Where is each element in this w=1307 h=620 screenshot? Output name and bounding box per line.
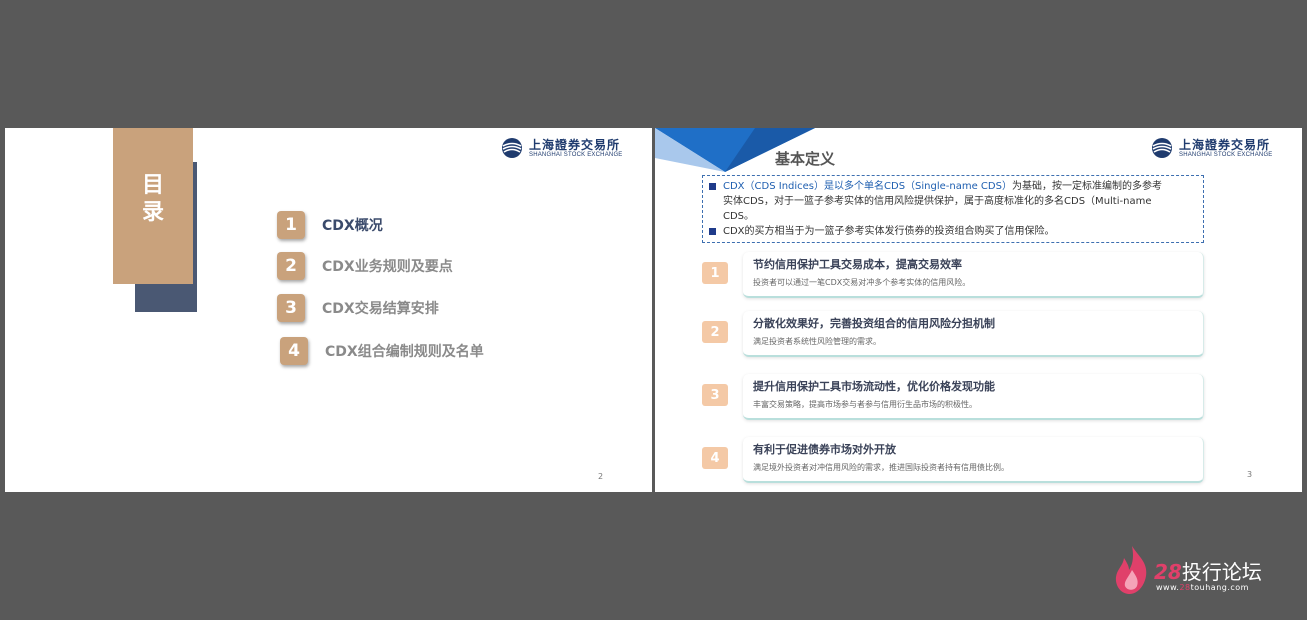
toc-item-2[interactable]: 2 CDX业务规则及要点: [277, 252, 453, 280]
watermark-title: 28投行论坛: [1154, 556, 1262, 585]
card-description: 满足境外投资者对冲信用风险的需求，推进国际投资者持有信用债比例。: [753, 463, 1009, 472]
toc-number: 4: [280, 337, 308, 365]
toc-label: CDX概况: [322, 218, 383, 234]
card-title: 节约信用保护工具交易成本，提高交易效率: [753, 258, 962, 271]
logo-en-text: SHANGHAI STOCK EXCHANGE: [529, 151, 623, 158]
definition-paragraph-1: CDX（CDS Indices）是以多个单名CDS（Single-name CD…: [708, 179, 1203, 194]
toc-number: 1: [277, 211, 305, 239]
watermark-url-number: 28: [1179, 583, 1191, 592]
bullet-square-icon: [709, 228, 716, 235]
definition-line-3: CDS。: [723, 211, 755, 222]
toc-title: 目录: [141, 173, 164, 225]
page-number: 2: [598, 472, 604, 481]
watermark-url-prefix: www.: [1156, 583, 1180, 592]
watermark-28touhang: 28投行论坛 www.28touhang.com: [1112, 544, 1282, 596]
watermark-url: www.28touhang.com: [1156, 583, 1249, 592]
sse-logo-icon: [502, 138, 522, 158]
watermark-text: 投行论坛: [1181, 560, 1262, 584]
toc-item-3[interactable]: 3 CDX交易结算安排: [277, 294, 439, 322]
card-title: 有利于促进债券市场对外开放: [753, 443, 896, 456]
slide-title: 基本定义: [775, 150, 836, 168]
toc-number: 2: [277, 252, 305, 280]
logo-cn-text: 上海證券交易所: [1179, 137, 1271, 152]
benefit-card-3: 提升信用保护工具市场流动性，优化价格发现功能 丰富交易策略，提高市场参与者参与信…: [743, 374, 1204, 420]
sse-logo: 上海證券交易所 SHANGHAI STOCK EXCHANGE: [1149, 137, 1273, 159]
card-description: 满足投资者系统性风险管理的需求。: [753, 337, 881, 346]
definition-text-c: CDX的买方相当于为一篮子参考实体发行债券的投资组合购买了信用保险。: [723, 226, 1055, 237]
logo-cn-text: 上海證券交易所: [529, 137, 621, 152]
sse-logo-icon: [1152, 138, 1172, 158]
toc-item-4[interactable]: 4 CDX组合编制规则及名单: [280, 337, 484, 365]
toc-item-1[interactable]: 1 CDX概况: [277, 211, 383, 239]
sse-logo: 上海證券交易所 SHANGHAI STOCK EXCHANGE: [499, 137, 623, 159]
definition-text-a: CDX（CDS Indices）是以: [723, 181, 845, 192]
definition-text-b: 为基础，按一定标准编制的多参考: [1011, 181, 1162, 192]
toc-label: CDX业务规则及要点: [322, 259, 453, 275]
card-number-2: 2: [702, 321, 728, 343]
watermark-url-suffix: touhang.com: [1190, 583, 1249, 592]
flame-logo-icon: [1115, 546, 1147, 594]
definition-paragraph-2: CDX的买方相当于为一篮子参考实体发行债券的投资组合购买了信用保险。: [708, 224, 1203, 239]
card-number-3: 3: [702, 384, 728, 406]
definition-box: CDX（CDS Indices）是以多个单名CDS（Single-name CD…: [702, 175, 1204, 243]
benefit-card-2: 分散化效果好，完善投资组合的信用风险分担机制 满足投资者系统性风险管理的需求。: [743, 311, 1204, 357]
card-number-4: 4: [702, 447, 728, 469]
card-description: 投资者可以通过一笔CDX交易对冲多个参考实体的信用风险。: [753, 278, 971, 287]
definition-highlight: 多个单名CDS（Single-name CDS）: [844, 181, 1012, 192]
slide-toc[interactable]: 目录 上海證券交易所 SHANGHAI STOCK EXCHANGE 1 CDX…: [5, 128, 652, 492]
slide-definition[interactable]: 基本定义 上海證券交易所 SHANGHAI STOCK EXCHANGE CDX…: [655, 128, 1302, 492]
toc-label: CDX交易结算安排: [322, 301, 439, 317]
logo-en-text: SHANGHAI STOCK EXCHANGE: [1179, 151, 1273, 158]
card-description: 丰富交易策略，提高市场参与者参与信用衍生品市场的积极性。: [753, 400, 977, 409]
toc-label: CDX组合编制规则及名单: [325, 344, 484, 360]
bullet-square-icon: [709, 183, 716, 190]
benefit-card-1: 节约信用保护工具交易成本，提高交易效率 投资者可以通过一笔CDX交易对冲多个参考…: [743, 252, 1204, 298]
watermark-number: 28: [1154, 560, 1182, 584]
card-title: 提升信用保护工具市场流动性，优化价格发现功能: [753, 380, 995, 393]
card-number-1: 1: [702, 262, 728, 284]
benefit-card-4: 有利于促进债券市场对外开放 满足境外投资者对冲信用风险的需求，推进国际投资者持有…: [743, 437, 1204, 483]
toc-number: 3: [277, 294, 305, 322]
card-title: 分散化效果好，完善投资组合的信用风险分担机制: [753, 317, 995, 330]
page-number: 3: [1247, 470, 1253, 479]
definition-line-2: 实体CDS，对于一篮子参考实体的信用风险提供保护，属于高度标准化的多名CDS（M…: [723, 196, 1152, 207]
